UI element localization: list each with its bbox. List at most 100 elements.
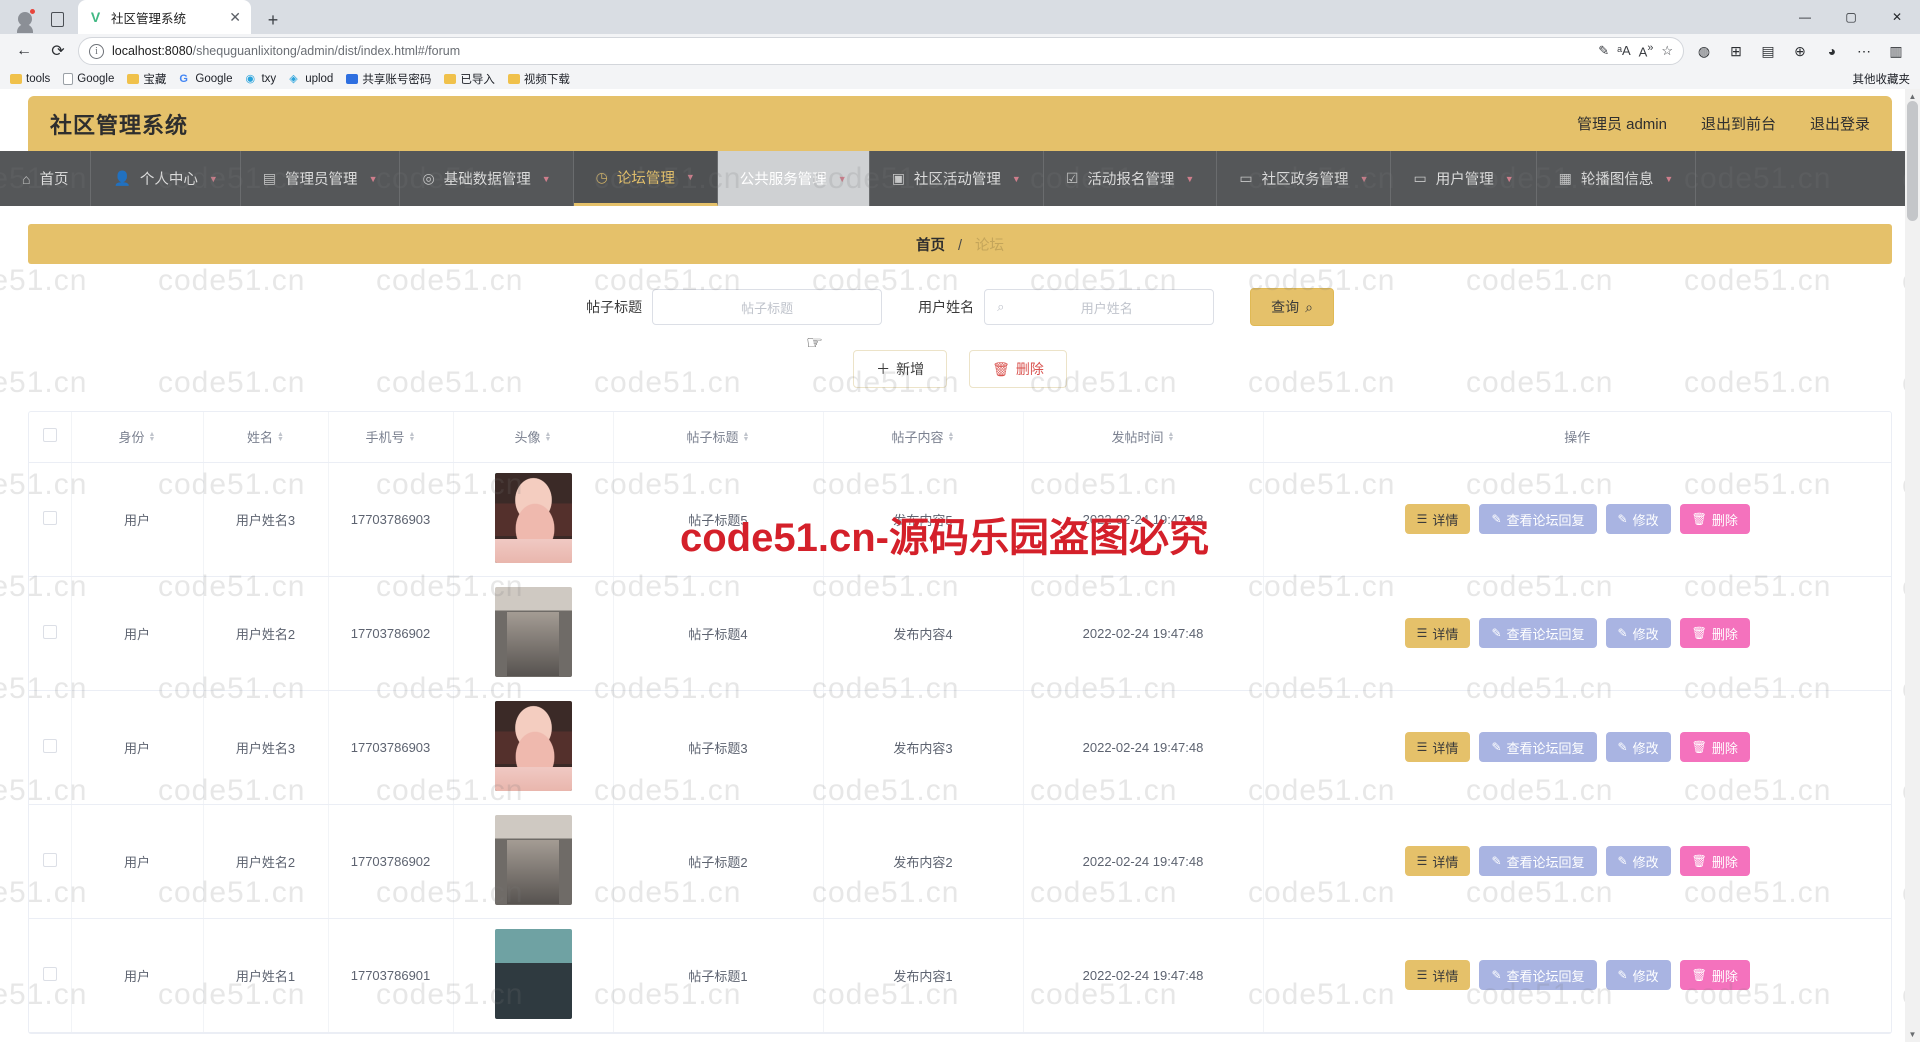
nav-item-community-affairs[interactable]: ▭ 社区政务管理 ▼ bbox=[1217, 151, 1392, 206]
delete-button[interactable]: 🗑 删除 bbox=[969, 350, 1067, 388]
translate-icon[interactable]: ᵃA bbox=[1617, 43, 1631, 58]
favorite-star-icon[interactable]: ☆ bbox=[1661, 43, 1673, 59]
minimize-button[interactable]: — bbox=[1782, 0, 1828, 34]
avatar-thumbnail[interactable] bbox=[494, 928, 572, 1019]
other-favorites-button[interactable]: 其他收藏夹 bbox=[1848, 71, 1911, 87]
cell-avatar[interactable] bbox=[453, 804, 614, 919]
select-all-column[interactable] bbox=[29, 412, 72, 463]
bookmark-item[interactable]: ◈ uplod bbox=[289, 73, 333, 85]
column-post-title[interactable]: 帖子标题 ▲ ▼ bbox=[613, 412, 824, 463]
nav-item-activity-signup[interactable]: ☑ 活动报名管理 ▼ bbox=[1044, 151, 1218, 206]
column-post-content[interactable]: 帖子内容 ▲ ▼ bbox=[823, 412, 1024, 463]
column-phone[interactable]: 手机号 ▲ ▼ bbox=[328, 412, 454, 463]
column-identity[interactable]: 身份 ▲ ▼ bbox=[71, 412, 204, 463]
cell-avatar[interactable] bbox=[453, 576, 614, 691]
avatar-thumbnail[interactable] bbox=[494, 586, 572, 677]
back-icon[interactable]: ← bbox=[10, 37, 38, 65]
avatar-thumbnail[interactable] bbox=[494, 700, 572, 791]
nav-item-admin-management[interactable]: ▤ 管理员管理 ▼ bbox=[241, 151, 401, 206]
row-checkbox[interactable] bbox=[42, 624, 57, 639]
row-delete-button[interactable]: 🗑 删除 bbox=[1679, 732, 1750, 762]
row-select-cell[interactable] bbox=[29, 804, 72, 919]
sort-icon[interactable]: ▲ ▼ bbox=[409, 431, 416, 443]
edit-button[interactable]: ✎ 修改 bbox=[1605, 732, 1671, 762]
window-close-button[interactable]: ✕ bbox=[1874, 0, 1920, 34]
view-reply-button[interactable]: ✎ 查看论坛回复 bbox=[1479, 618, 1597, 648]
edit-button[interactable]: ✎ 修改 bbox=[1605, 960, 1671, 990]
row-select-cell[interactable] bbox=[29, 690, 72, 805]
nav-item-basic-data[interactable]: ◎ 基础数据管理 ▼ bbox=[400, 151, 574, 206]
detail-button[interactable]: ☰ 详情 bbox=[1404, 846, 1471, 876]
tab-list-button[interactable] bbox=[42, 4, 72, 34]
collections-icon[interactable]: ▤ bbox=[1754, 37, 1782, 65]
row-delete-button[interactable]: 🗑 删除 bbox=[1679, 618, 1750, 648]
logout-link[interactable]: 退出登录 bbox=[1810, 113, 1870, 134]
bookmark-item[interactable]: Google bbox=[63, 72, 114, 85]
sort-icon[interactable]: ▲ ▼ bbox=[1168, 431, 1175, 443]
post-title-input[interactable]: 帖子标题 bbox=[652, 289, 883, 325]
view-reply-button[interactable]: ✎ 查看论坛回复 bbox=[1479, 504, 1597, 534]
view-reply-button[interactable]: ✎ 查看论坛回复 bbox=[1479, 846, 1597, 876]
browser-essentials-icon[interactable]: ◕ bbox=[1818, 37, 1846, 65]
breadcrumb-home[interactable]: 首页 bbox=[916, 238, 945, 254]
row-checkbox[interactable] bbox=[42, 738, 57, 753]
nav-item-carousel-info[interactable]: ▦ 轮播图信息 ▼ bbox=[1537, 151, 1697, 206]
url-bar[interactable]: i localhost:8080/shequguanlixitong/admin… bbox=[78, 37, 1684, 65]
row-select-cell[interactable] bbox=[29, 462, 72, 577]
row-checkbox[interactable] bbox=[42, 510, 57, 525]
nav-item-personal-center[interactable]: 👤 个人中心 ▼ bbox=[91, 151, 241, 206]
query-button[interactable]: 查询 ⌕ bbox=[1250, 288, 1334, 326]
column-name[interactable]: 姓名 ▲ ▼ bbox=[203, 412, 329, 463]
detail-button[interactable]: ☰ 详情 bbox=[1404, 504, 1471, 534]
nav-item-community-activity[interactable]: ▣ 社区活动管理 ▼ bbox=[870, 151, 1044, 206]
more-options-icon[interactable]: ⋯ bbox=[1850, 37, 1878, 65]
row-checkbox[interactable] bbox=[42, 852, 57, 867]
row-select-cell[interactable] bbox=[29, 918, 72, 1033]
row-delete-button[interactable]: 🗑 删除 bbox=[1679, 504, 1750, 534]
nav-item-forum-management[interactable]: ◷ 论坛管理 ▼ bbox=[573, 151, 718, 206]
row-delete-button[interactable]: 🗑 删除 bbox=[1679, 960, 1750, 990]
edit-button[interactable]: ✎ 修改 bbox=[1605, 618, 1671, 648]
browser-tab[interactable]: V 社区管理系统 ✕ bbox=[78, 0, 251, 34]
row-delete-button[interactable]: 🗑 删除 bbox=[1679, 846, 1750, 876]
avatar-thumbnail[interactable] bbox=[494, 814, 572, 905]
nav-item-home[interactable]: ⌂ 首页 bbox=[0, 151, 92, 206]
new-tab-button[interactable]: + bbox=[259, 6, 287, 34]
column-post-time[interactable]: 发帖时间 ▲ ▼ bbox=[1023, 412, 1264, 463]
cell-avatar[interactable] bbox=[453, 690, 614, 805]
read-aloud-icon[interactable]: A» bbox=[1639, 42, 1654, 59]
detail-button[interactable]: ☰ 详情 bbox=[1404, 960, 1471, 990]
bookmark-item[interactable]: 视频下载 bbox=[507, 71, 570, 87]
site-info-icon[interactable]: i bbox=[89, 43, 104, 59]
close-icon[interactable]: ✕ bbox=[229, 10, 241, 24]
detail-button[interactable]: ☰ 详情 bbox=[1404, 732, 1471, 762]
sort-icon[interactable]: ▲ ▼ bbox=[149, 431, 156, 443]
view-reply-button[interactable]: ✎ 查看论坛回复 bbox=[1479, 960, 1597, 990]
nav-item-public-service[interactable]: 公共服务管理 ▼ bbox=[717, 151, 870, 206]
user-name-input[interactable]: ⌕ 用户姓名 bbox=[984, 289, 1215, 325]
shield-icon[interactable]: ◍ bbox=[1690, 37, 1718, 65]
select-all-checkbox[interactable] bbox=[42, 428, 57, 443]
row-checkbox[interactable] bbox=[42, 966, 57, 981]
edit-button[interactable]: ✎ 修改 bbox=[1605, 504, 1671, 534]
exit-to-frontend-link[interactable]: 退出到前台 bbox=[1701, 113, 1776, 134]
sidebar-icon[interactable]: ▥ bbox=[1882, 37, 1910, 65]
vertical-scrollbar[interactable]: ▲ ▼ bbox=[1905, 89, 1920, 1042]
bookmark-item[interactable]: 已导入 bbox=[444, 71, 495, 87]
edit-pencil-icon[interactable]: ✎ bbox=[1598, 43, 1609, 59]
nav-item-user-management[interactable]: ▭ 用户管理 ▼ bbox=[1391, 151, 1537, 206]
sort-icon[interactable]: ▲ ▼ bbox=[277, 431, 284, 443]
reload-icon[interactable]: ⟳ bbox=[44, 37, 72, 65]
profile-button[interactable] bbox=[8, 4, 42, 34]
sort-icon[interactable]: ▲ ▼ bbox=[743, 431, 750, 443]
avatar-thumbnail[interactable] bbox=[494, 472, 572, 563]
split-screen-icon[interactable]: ⊞ bbox=[1722, 37, 1750, 65]
bookmark-item[interactable]: G Google bbox=[179, 73, 232, 85]
cell-avatar[interactable] bbox=[453, 462, 614, 577]
admin-user-label[interactable]: 管理员 admin bbox=[1577, 113, 1667, 134]
sort-icon[interactable]: ▲ ▼ bbox=[948, 431, 955, 443]
add-favorite-icon[interactable]: ⊕ bbox=[1786, 37, 1814, 65]
scroll-down-icon[interactable]: ▼ bbox=[1905, 1027, 1920, 1042]
add-button[interactable]: ＋ 新增 bbox=[853, 350, 948, 388]
detail-button[interactable]: ☰ 详情 bbox=[1404, 618, 1471, 648]
